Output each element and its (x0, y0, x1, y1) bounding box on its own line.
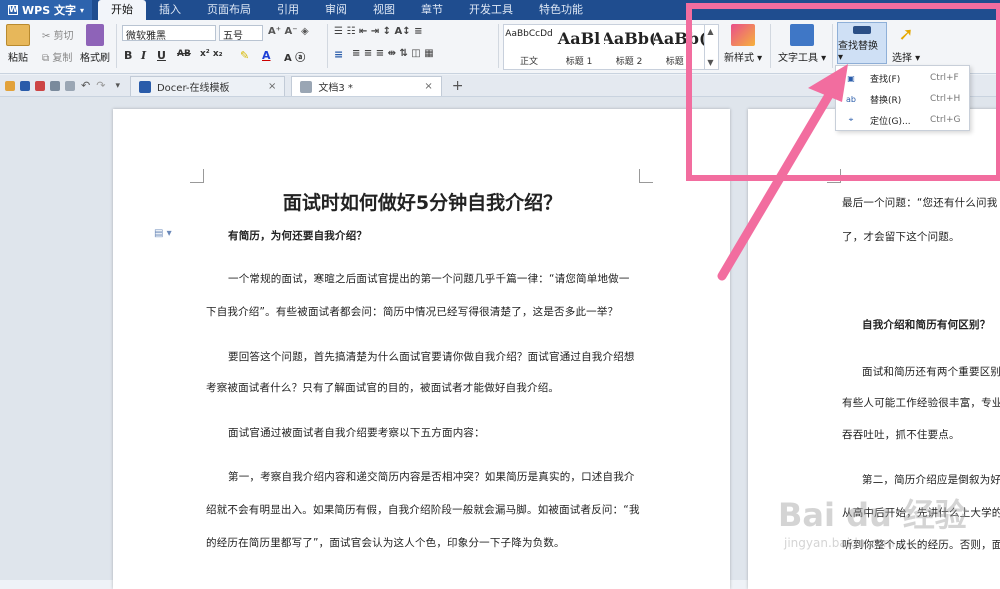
paragraph-line[interactable]: 的经历在简历里都写了”，面试官会认为这人个色，印象分一下子降为负数。 (206, 535, 640, 550)
wps-app-menu-button[interactable]: W WPS 文字 ▾ (0, 0, 92, 20)
paragraph-line[interactable]: 面试官通过被面试者自我介绍要考察以下五方面内容： (228, 425, 640, 440)
bullet-list-icon[interactable]: ☰ ☷ ⇤ ⇥ ↕ A↕ ≡ (334, 26, 422, 37)
document-tab[interactable]: 文档3 * × (291, 76, 442, 96)
grow-shrink-font-icon[interactable]: A⁺ A⁻ ◈ (268, 26, 309, 37)
italic-button[interactable]: I (141, 49, 146, 62)
bold-button[interactable]: B (124, 49, 132, 62)
paragraph-line[interactable]: 第一，考察自我介绍内容和递交简历内容是否相冲突？如果简历是真实的，口述自我介 (228, 469, 640, 484)
style-sample: AaBb( (604, 29, 654, 48)
style-sample: AaBbCcDd (505, 29, 553, 39)
new-tab-plus-icon[interactable]: + (452, 78, 464, 94)
print-preview-icon[interactable] (65, 80, 75, 91)
style-items: AaBbCcDd 正文 AaBl 标题 1 AaBb(标题 2 AaBb(标题 3 (504, 25, 704, 69)
doc-tabs: Docer-在线模板 × 文档3 * × (124, 76, 442, 96)
superscript-button[interactable]: x² x₂ (200, 49, 223, 59)
copy-label: 复制 (52, 53, 73, 64)
paragraph-line[interactable]: 有些人可能工作经验很丰富，专业 (842, 395, 1000, 410)
paragraph-line[interactable]: 下自我介绍”。有些被面试者都会问：简历中情况已经写得很清楚了，这是否多此一举？ (206, 304, 640, 319)
style-item[interactable]: AaBl 标题 1 (554, 25, 604, 69)
document-tab-label: Docer-在线模板 (156, 83, 230, 94)
underline-button[interactable]: U (157, 49, 166, 62)
style-label: 标题 1 (565, 57, 593, 67)
wps-logo-icon: W (8, 5, 18, 15)
paragraph-line[interactable]: 吞吞吐吐，抓不住要点。 (842, 427, 1000, 442)
margin-corner (190, 169, 204, 183)
paste-button[interactable]: 粘贴 (6, 24, 30, 64)
menu-tab[interactable]: 引用 (264, 0, 312, 20)
app-name: WPS 文字 (22, 4, 76, 17)
close-icon[interactable]: × (424, 81, 432, 92)
paragraph-line[interactable]: 绍就不会有明显出入。如果简历有假，自我介绍阶段一般就会漏马脚。如被面试者反问：“… (206, 502, 640, 517)
format-painter-icon (86, 24, 104, 46)
paste-icon (6, 24, 30, 46)
quick-access-menu-icon[interactable]: ▾ (115, 81, 120, 91)
style-sample: AaBl (557, 29, 601, 48)
paragraph-marker-icon[interactable]: ▤ ▾ (154, 228, 172, 239)
font-name-combo[interactable]: 微软雅黑 (122, 25, 216, 42)
document-icon (300, 80, 313, 93)
menu-tab[interactable]: 插入 (146, 0, 194, 20)
style-label: 正文 (519, 57, 538, 67)
paragraph-line[interactable]: 有简历，为何还要自我介绍？ (228, 228, 640, 243)
menu-tab[interactable]: 章节 (408, 0, 456, 20)
format-painter-label: 格式刷 (80, 53, 110, 64)
divider (327, 24, 328, 68)
margin-corner (639, 169, 653, 183)
font-size-combo[interactable]: 五号 (219, 25, 263, 42)
menu-tab[interactable]: 视图 (360, 0, 408, 20)
export-pdf-icon[interactable] (35, 80, 45, 91)
divider (498, 24, 499, 68)
font-size-value: 五号 (223, 31, 243, 42)
paragraph-line[interactable]: 面试和简历还有两个重要区别 (862, 364, 1000, 379)
redo-icon[interactable]: ↷ (96, 79, 105, 92)
menu-tab[interactable]: 页面布局 (194, 0, 264, 20)
strikethrough-button[interactable]: AB (177, 49, 191, 59)
menu-tab[interactable]: 特色功能 (526, 0, 596, 20)
font-name-value: 微软雅黑 (126, 31, 166, 42)
paste-label: 粘贴 (8, 53, 28, 64)
document-title[interactable]: 面试时如何做好5分钟自我介绍？ (205, 188, 640, 215)
menu-tabs: 开始 插入 页面布局 引用 审阅 视图 章节 开发工具 特色功能 (97, 0, 596, 20)
style-item[interactable]: AaBbCcDd 正文 (504, 25, 554, 69)
highlight-box (686, 3, 1000, 181)
menu-tab[interactable]: 审阅 (312, 0, 360, 20)
paragraph-line[interactable]: 了，才会留下这个问题。 (842, 229, 1000, 244)
document-icon (138, 80, 151, 93)
chevron-down-icon: ▾ (79, 5, 84, 15)
format-painter-button[interactable]: 格式刷 (80, 24, 110, 64)
baidu-watermark: Bai du 经验 jingyan.baidu.com (778, 484, 1000, 580)
menu-tab[interactable]: 开发工具 (456, 0, 526, 20)
open-folder-icon[interactable] (5, 80, 15, 91)
paragraph-line[interactable]: 要回答这个问题，首先搞清楚为什么面试官要请你做自我介绍？面试官通过自我介绍想 (228, 349, 640, 364)
paragraph-line[interactable]: 一个常规的面试，寒暄之后面试官提出的第一个问题几乎千篇一律：“请您简单地做一 (228, 271, 640, 286)
font-color-button[interactable]: A (262, 49, 271, 62)
undo-icon[interactable]: ↶ (81, 79, 90, 92)
style-label: 标题 2 (615, 57, 643, 67)
menu-tab[interactable]: 开始 (97, 0, 146, 20)
align-left-icon[interactable]: ≡ (334, 48, 343, 61)
close-icon[interactable]: × (268, 81, 276, 92)
align-center-icon[interactable]: ≡ ≡ ≡ ⇹ ⇅ ◫ ▦ (352, 48, 434, 59)
paragraph-line[interactable]: 最后一个问题：“您还有什么问我 (842, 195, 1000, 210)
watermark-url: jingyan.baidu.com (784, 536, 895, 550)
paragraph-line[interactable]: 自我介绍和简历有何区别？ (862, 317, 1000, 332)
highlight-color-icon[interactable]: ✎ (240, 49, 249, 62)
document-tab-label: 文档3 * (318, 83, 353, 94)
char-shading-icon[interactable]: A ⓐ (284, 49, 305, 64)
print-icon[interactable] (50, 80, 60, 91)
save-icon[interactable] (20, 80, 30, 91)
watermark-brand: Bai du 经验 (778, 496, 967, 534)
paragraph-line[interactable]: 考察被面试者什么？只有了解面试官的目的，被面试者才能做好自我介绍。 (206, 380, 640, 395)
copy-button[interactable]: ⧉ 复制 (42, 49, 72, 64)
cut-label: 剪切 (53, 31, 74, 42)
cut-button[interactable]: ✂ 剪切 (42, 27, 74, 42)
style-item[interactable]: AaBb( 标题 2 (604, 25, 654, 69)
document-tab[interactable]: Docer-在线模板 × (129, 76, 286, 96)
divider (116, 24, 117, 68)
